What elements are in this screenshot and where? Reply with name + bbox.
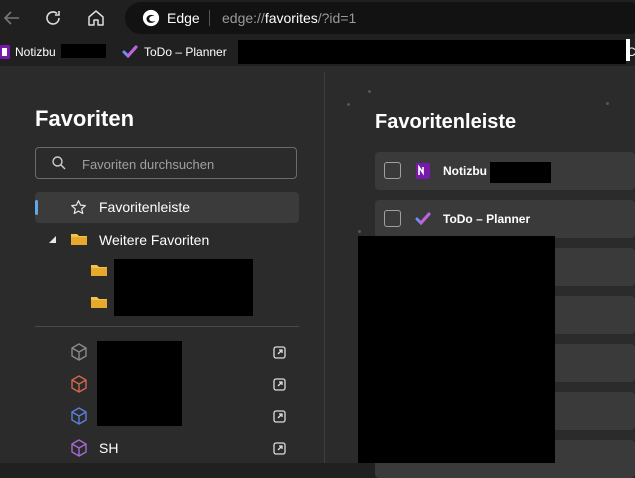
tree-item-label: Favoritenleiste [99, 199, 191, 215]
bookmark-todo-planner[interactable]: ToDo – Planner [122, 43, 227, 61]
speck [358, 230, 361, 233]
onenote-icon [416, 163, 430, 179]
row-checkbox[interactable] [384, 210, 401, 227]
cube-icon [71, 343, 87, 361]
bookmark-overflow[interactable]: C [627, 43, 635, 61]
tree-item-favoritenleiste[interactable]: Favoritenleiste [35, 192, 299, 223]
todo-icon [415, 212, 431, 226]
row-checkbox[interactable] [384, 162, 401, 179]
star-icon [71, 200, 86, 215]
bookmark-overflow-label: C [627, 45, 635, 59]
expand-arrow-icon[interactable] [48, 235, 57, 243]
bookmark-notizbu[interactable]: Notizbu [0, 43, 56, 61]
search-input[interactable] [80, 153, 284, 175]
redacted-block [61, 44, 106, 58]
tree-item-label: Weitere Favoriten [99, 232, 210, 248]
address-bar[interactable]: Edge edge://favorites/?id=1 [125, 2, 635, 34]
onenote-icon [0, 45, 10, 59]
open-external-icon[interactable] [273, 410, 286, 423]
sidebar-divider [35, 326, 299, 327]
open-external-icon[interactable] [273, 442, 286, 455]
search-box[interactable] [35, 147, 297, 179]
todo-icon [122, 45, 138, 59]
list-item[interactable]: SH [70, 439, 300, 459]
redacted-block [238, 40, 626, 64]
tree-item-weitere-favoriten[interactable]: Weitere Favoriten [35, 226, 299, 254]
speck [347, 103, 350, 106]
cube-icon [71, 439, 87, 457]
redacted-block [358, 236, 555, 463]
redacted-block [490, 162, 551, 183]
bookmark-label: ToDo – Planner [144, 45, 227, 59]
open-external-icon[interactable] [273, 378, 286, 391]
redacted-block [97, 341, 182, 426]
folder-icon[interactable] [90, 295, 108, 309]
speck [606, 102, 609, 105]
list-item-label: SH [99, 440, 119, 456]
back-arrow-icon[interactable] [0, 6, 24, 30]
folder-icon [71, 234, 87, 245]
selection-indicator [35, 200, 38, 215]
reload-icon[interactable] [41, 6, 65, 30]
cube-icon [71, 407, 87, 425]
address-separator [209, 10, 210, 26]
site-label: Edge [167, 10, 200, 26]
edge-logo-icon [142, 9, 160, 27]
favorite-row-label: ToDo – Planner [443, 212, 531, 226]
main-title: Favoritenleiste [375, 111, 517, 133]
search-icon [52, 156, 66, 170]
pane-divider [324, 72, 325, 463]
browser-toolbar: Edge edge://favorites/?id=1 [0, 0, 635, 36]
cube-icon [71, 375, 87, 393]
url-text: edge://favorites/?id=1 [222, 10, 357, 26]
open-external-icon[interactable] [273, 346, 286, 359]
speck [368, 90, 371, 93]
bookmarks-bar: Notizbu ToDo – Planner C [0, 38, 635, 66]
redacted-block [114, 259, 253, 316]
sidebar-title: Favoriten [35, 106, 135, 131]
favorite-row-label: Notizbu [443, 164, 487, 178]
folder-icon[interactable] [90, 263, 108, 277]
home-icon[interactable] [84, 6, 108, 30]
favorite-row[interactable]: ToDo – Planner [375, 200, 635, 238]
bookmark-label: Notizbu [15, 45, 56, 59]
